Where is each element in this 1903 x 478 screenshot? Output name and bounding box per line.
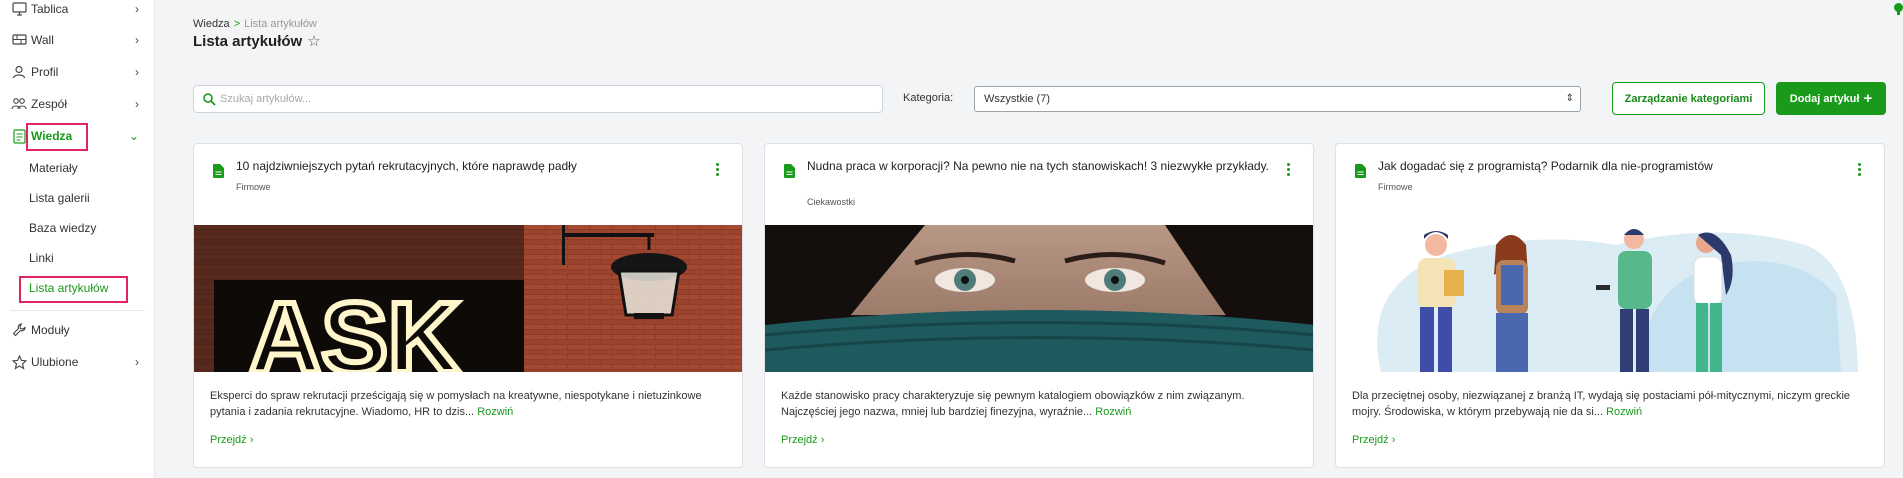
highlight-box-lista-artykulow — [19, 276, 128, 303]
plus-icon: + — [1863, 90, 1873, 107]
article-card: Nudna praca w korporacji? Na pewno nie n… — [764, 143, 1314, 468]
sidebar-subitem-linki[interactable]: Linki — [29, 248, 54, 268]
article-title[interactable]: 10 najdziwniejszych pytań rekrutacyjnych… — [236, 159, 706, 174]
sidebar-item-zespol[interactable]: Zespół › — [0, 92, 155, 116]
go-link[interactable]: Przejdź › — [1352, 434, 1395, 446]
page-title-text: Lista artykułów — [193, 32, 303, 50]
favorite-star-icon[interactable]: ☆ — [307, 32, 320, 50]
chevron-down-icon: ⌄ — [128, 129, 139, 143]
select-arrows-icon: ⇕ — [1565, 93, 1574, 104]
star-icon — [11, 354, 27, 370]
neon-sign-text: ASK — [249, 282, 460, 372]
go-link-label: Przejdź — [1352, 434, 1389, 446]
chevron-right-icon: › — [1391, 434, 1396, 446]
document-icon — [213, 164, 224, 178]
sidebar-subitem-baza-wiedzy[interactable]: Baza wiedzy — [29, 218, 96, 238]
go-link-label: Przejdź — [210, 434, 247, 446]
article-excerpt: Każde stanowisko pracy charakteryzuje si… — [781, 388, 1301, 420]
article-image: ASK — [194, 225, 742, 372]
expand-link[interactable]: Rozwiń — [477, 406, 513, 418]
category-select[interactable]: Wszystkie (7) ⇕ — [974, 86, 1581, 112]
chevron-right-icon: › — [820, 434, 825, 446]
search-box — [193, 85, 883, 113]
expand-link[interactable]: Rozwiń — [1606, 406, 1642, 418]
status-dot-stem — [1897, 10, 1900, 15]
search-input[interactable] — [220, 93, 860, 105]
chevron-right-icon: › — [135, 33, 139, 47]
article-card: 10 najdziwniejszych pytań rekrutacyjnych… — [193, 143, 743, 468]
article-excerpt-text: Eksperci do spraw rekrutacji prześcigają… — [210, 390, 702, 418]
breadcrumb: Wiedza > Lista artykułów — [193, 18, 317, 30]
sidebar: Tablica › Wall › Profil › Zespół › Wiedz… — [0, 0, 155, 478]
article-excerpt: Dla przeciętnej osoby, niezwiązanej z br… — [1352, 388, 1872, 420]
add-article-button[interactable]: Dodaj artykuł + — [1776, 82, 1886, 115]
more-options-icon[interactable] — [716, 163, 720, 176]
sidebar-item-label: Profil — [31, 65, 59, 79]
expand-link[interactable]: Rozwiń — [1095, 406, 1131, 418]
sidebar-subitem-materialy[interactable]: Materiały — [29, 158, 78, 178]
article-excerpt-text: Dla przeciętnej osoby, niezwiązanej z br… — [1352, 390, 1851, 418]
breadcrumb-parent[interactable]: Wiedza — [193, 18, 230, 30]
more-options-icon[interactable] — [1858, 163, 1862, 176]
highlight-box-wiedza — [26, 123, 88, 151]
category-select-value: Wszystkie (7) — [984, 93, 1050, 105]
chevron-right-icon: › — [135, 97, 139, 111]
more-options-icon[interactable] — [1287, 163, 1291, 176]
article-category: Firmowe — [1378, 182, 1413, 192]
sidebar-item-label: Moduły — [31, 323, 70, 337]
article-card: Jak dogadać się z programistą? Podarnik … — [1335, 143, 1885, 468]
sidebar-item-profil[interactable]: Profil › — [0, 60, 155, 84]
document-icon — [1355, 164, 1366, 178]
sidebar-item-label: Ulubione — [31, 355, 79, 369]
sidebar-item-wall[interactable]: Wall › — [0, 28, 155, 52]
sidebar-item-label: Wall — [31, 33, 54, 47]
article-image — [1336, 225, 1884, 372]
chevron-right-icon: › — [135, 2, 139, 16]
user-icon — [11, 64, 27, 80]
monitor-icon — [11, 1, 27, 17]
search-icon — [203, 93, 216, 106]
knowledge-icon — [11, 128, 27, 144]
article-category: Firmowe — [236, 182, 271, 192]
go-link[interactable]: Przejdź › — [210, 434, 253, 446]
chevron-right-icon: › — [249, 434, 254, 446]
category-label: Kategoria: — [903, 92, 954, 104]
chevron-right-icon: › — [135, 65, 139, 79]
sidebar-divider — [10, 310, 145, 311]
wall-icon — [11, 32, 27, 48]
go-link[interactable]: Przejdź › — [781, 434, 824, 446]
add-article-label: Dodaj artykuł — [1789, 92, 1860, 105]
sidebar-item-tablica[interactable]: Tablica › — [0, 0, 155, 21]
chevron-right-icon: › — [135, 355, 139, 369]
article-image — [765, 225, 1313, 372]
breadcrumb-separator: > — [233, 18, 241, 30]
sidebar-item-label: Tablica — [31, 2, 69, 16]
sidebar-item-label: Zespół — [31, 97, 68, 111]
sidebar-subitem-lista-galerii[interactable]: Lista galerii — [29, 188, 90, 208]
article-category: Ciekawostki — [807, 197, 856, 207]
wrench-icon — [11, 322, 27, 338]
sidebar-item-moduly[interactable]: Moduły — [0, 318, 155, 342]
go-link-label: Przejdź — [781, 434, 818, 446]
article-excerpt: Eksperci do spraw rekrutacji prześcigają… — [210, 388, 730, 420]
document-icon — [784, 164, 795, 178]
article-excerpt-text: Każde stanowisko pracy charakteryzuje si… — [781, 390, 1245, 418]
sidebar-item-ulubione[interactable]: Ulubione › — [0, 350, 155, 374]
article-title[interactable]: Jak dogadać się z programistą? Podarnik … — [1378, 159, 1848, 174]
manage-categories-button[interactable]: Zarządzanie kategoriami — [1612, 82, 1765, 115]
breadcrumb-current: Lista artykułów — [244, 18, 317, 30]
page-title: Lista artykułów ☆ — [193, 32, 321, 51]
article-title[interactable]: Nudna praca w korporacji? Na pewno nie n… — [807, 159, 1277, 174]
team-icon — [11, 96, 27, 112]
